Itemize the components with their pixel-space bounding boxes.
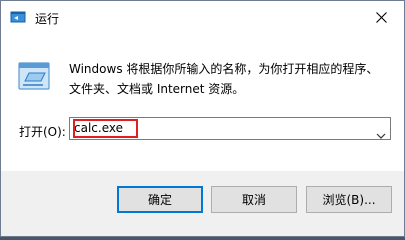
ok-button[interactable]: 确定 xyxy=(117,186,203,213)
cancel-button[interactable]: 取消 xyxy=(211,186,297,213)
chevron-down-icon[interactable] xyxy=(376,125,386,139)
open-combobox[interactable]: calc.exe xyxy=(69,117,391,140)
window-title: 运行 xyxy=(35,12,60,26)
highlight-box xyxy=(73,119,138,138)
run-icon xyxy=(17,59,51,93)
instruction-text: Windows 将根据你所输入的名称，为你打开相应的程序、 文件夹、文档或 In… xyxy=(69,59,389,99)
instruction-line-2: 文件夹、文档或 Internet 资源。 xyxy=(69,82,245,96)
dialog-body: Windows 将根据你所输入的名称，为你打开相应的程序、 文件夹、文档或 In… xyxy=(1,33,404,171)
open-label: 打开(O): xyxy=(19,125,66,139)
run-dialog: 运行 Windows 将根据你所输入的名称，为你打开相应的程序、 文件夹、文档或… xyxy=(0,0,405,237)
close-button[interactable] xyxy=(358,1,404,33)
instruction-line-1: Windows 将根据你所输入的名称，为你打开相应的程序、 xyxy=(69,62,379,76)
title-bar[interactable]: 运行 xyxy=(1,1,404,33)
close-icon xyxy=(375,11,387,23)
button-bar: 确定 取消 浏览(B)... xyxy=(1,171,404,236)
run-app-icon xyxy=(10,9,26,25)
browse-button[interactable]: 浏览(B)... xyxy=(306,186,392,213)
